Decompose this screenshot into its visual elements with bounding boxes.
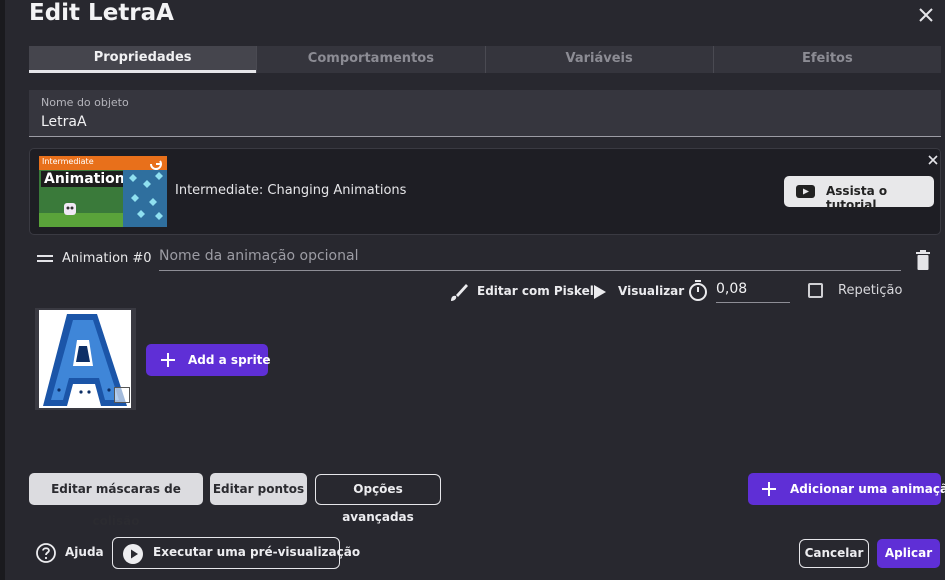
play-icon bbox=[594, 285, 606, 299]
thumbnail-grass-art bbox=[39, 213, 123, 227]
trash-icon[interactable] bbox=[915, 250, 931, 270]
tab-behaviors[interactable]: Comportamentos bbox=[256, 46, 484, 73]
edit-collision-masks-button[interactable]: Editar máscaras de colisão bbox=[29, 473, 203, 528]
sprite-thumbnail[interactable] bbox=[35, 308, 136, 410]
launch-preview-button[interactable]: Executar uma pré-visualização bbox=[112, 537, 360, 569]
close-icon[interactable] bbox=[926, 153, 940, 167]
plus-icon bbox=[762, 482, 776, 496]
object-name-input[interactable]: LetraA bbox=[41, 114, 87, 130]
dialog-title: Edit LetraA bbox=[29, 0, 174, 26]
gdevelop-logo-icon bbox=[150, 160, 162, 170]
watch-tutorial-label: Assista o tutorial bbox=[826, 184, 888, 212]
advanced-options-button[interactable]: Opções avançadas bbox=[315, 474, 441, 524]
thumbnail-badge: Intermediate bbox=[42, 157, 94, 166]
help-icon[interactable] bbox=[36, 543, 56, 563]
edit-points-button[interactable]: Editar pontos bbox=[210, 473, 307, 505]
tab-effects[interactable]: Efeitos bbox=[712, 46, 941, 73]
add-animation-button[interactable]: Adicionar uma animação bbox=[748, 473, 945, 505]
add-animation-label: Adicionar uma animação bbox=[790, 482, 945, 496]
tab-bar: Propriedades Comportamentos Variáveis Ef… bbox=[29, 46, 941, 73]
loop-label: Repetição bbox=[838, 283, 903, 298]
animation-name-input[interactable]: Nome da animação opcional bbox=[159, 248, 901, 271]
cancel-button[interactable]: Cancelar bbox=[799, 539, 869, 568]
tutorial-title: Intermediate: Changing Animations bbox=[175, 183, 407, 198]
tab-properties[interactable]: Propriedades bbox=[29, 46, 257, 73]
brush-icon bbox=[451, 284, 468, 301]
thumbnail-character-icon bbox=[64, 203, 76, 215]
object-name-field[interactable]: Nome do objeto LetraA bbox=[29, 90, 941, 137]
help-label[interactable]: Ajuda bbox=[65, 545, 104, 559]
sprite-select-box[interactable] bbox=[114, 387, 130, 403]
youtube-icon bbox=[796, 185, 815, 198]
frame-duration-input[interactable]: 0,08 bbox=[716, 281, 790, 303]
apply-button[interactable]: Aplicar bbox=[877, 539, 940, 568]
launch-preview-label: Executar uma pré-visualização bbox=[153, 545, 361, 559]
edit-object-dialog: Edit LetraA Propriedades Comportamentos … bbox=[5, 0, 945, 580]
edit-with-piskel-label: Editar com Piskel bbox=[477, 284, 594, 298]
plus-icon bbox=[161, 353, 175, 367]
tutorial-banner: Intermediate Animations Intermediate: Ch… bbox=[29, 148, 941, 235]
preview-animation-label: Visualizar bbox=[618, 284, 685, 298]
tab-variables[interactable]: Variáveis bbox=[484, 46, 713, 73]
loop-checkbox[interactable] bbox=[808, 283, 823, 298]
timer-icon bbox=[689, 280, 707, 301]
thumbnail-gems-art bbox=[123, 170, 167, 227]
close-icon[interactable] bbox=[915, 4, 937, 26]
add-sprite-label: Add a sprite bbox=[188, 353, 271, 367]
watch-tutorial-button[interactable]: Assista o tutorial bbox=[784, 176, 934, 212]
add-sprite-button[interactable]: Add a sprite bbox=[146, 344, 271, 376]
tutorial-thumbnail[interactable]: Intermediate Animations bbox=[39, 156, 167, 227]
play-circle-icon bbox=[123, 544, 143, 564]
drag-handle-icon[interactable] bbox=[37, 254, 53, 264]
thumbnail-badge-bar: Intermediate bbox=[39, 156, 167, 170]
animation-label: Animation #0 bbox=[62, 251, 152, 266]
object-name-label: Nome do objeto bbox=[41, 96, 129, 109]
thumbnail-title: Animations bbox=[41, 171, 137, 187]
